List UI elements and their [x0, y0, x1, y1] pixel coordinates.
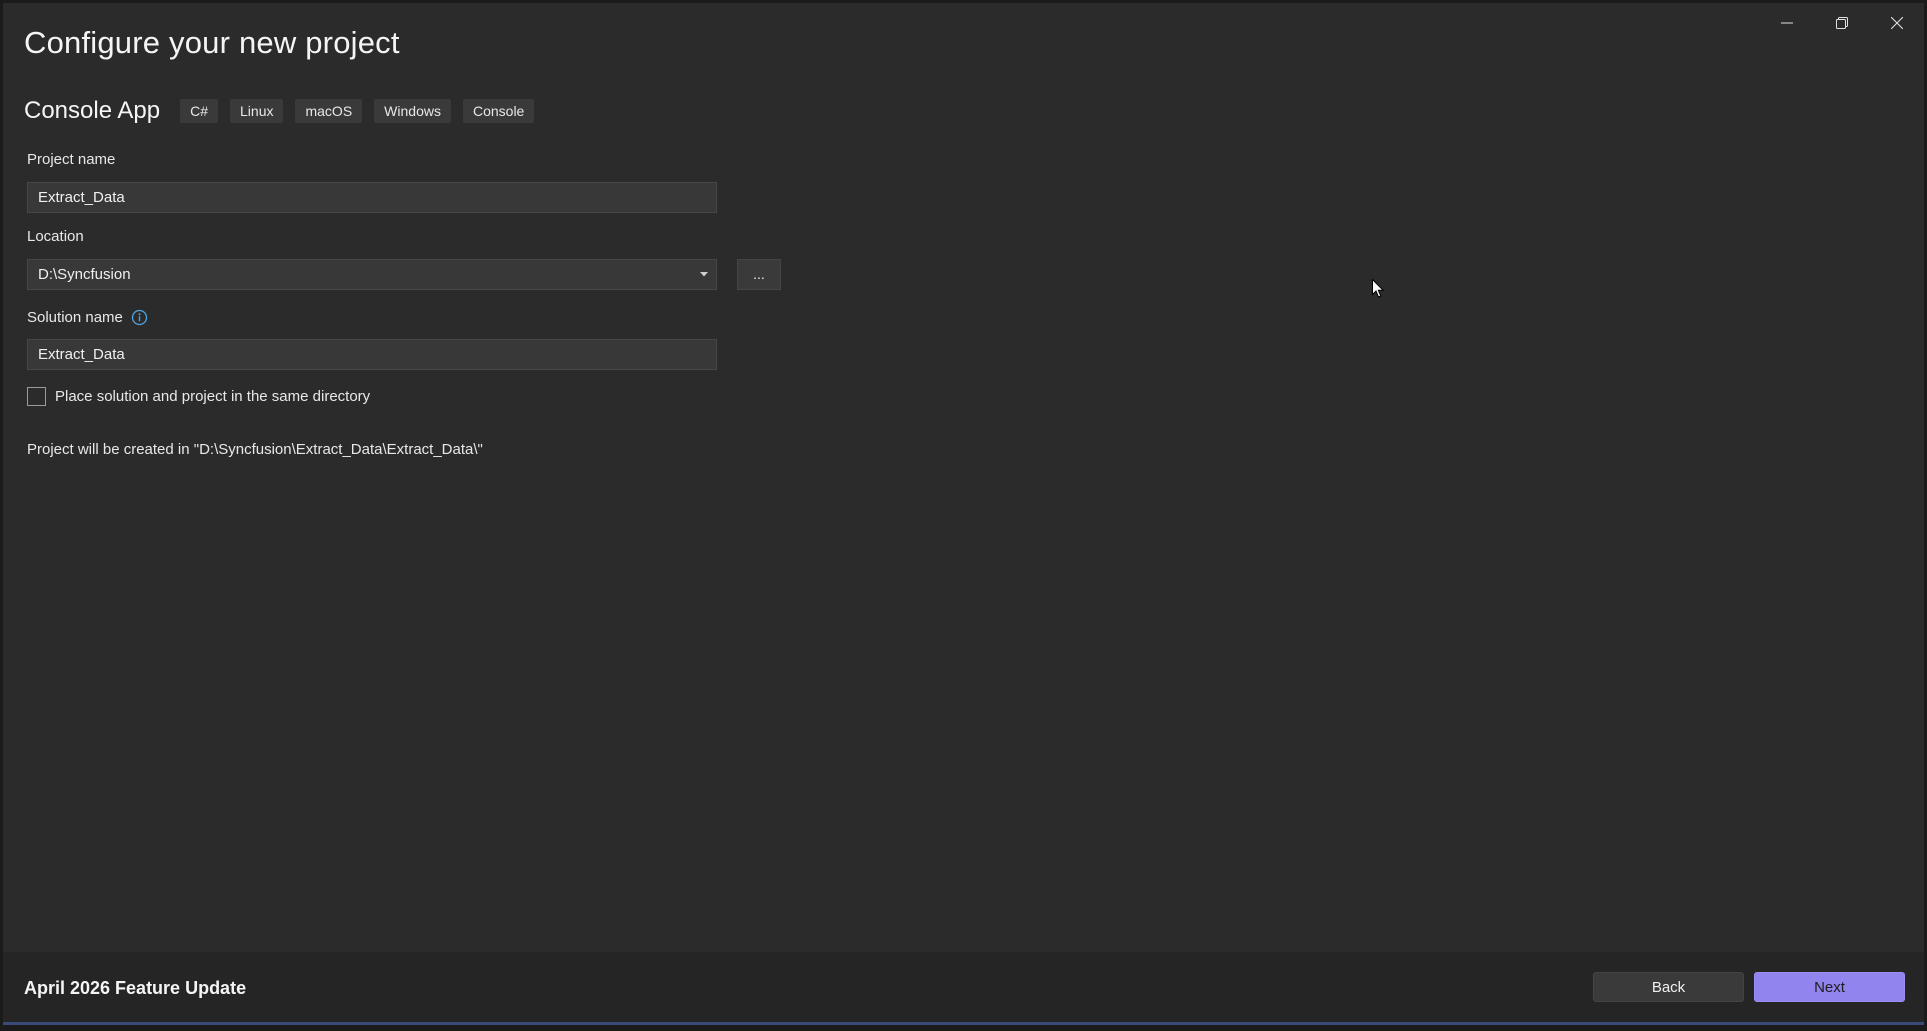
close-icon [1890, 17, 1903, 29]
same-directory-label: Place solution and project in the same d… [55, 388, 371, 405]
dropdown-arrow-icon[interactable] [692, 272, 716, 277]
location-label: Location [27, 228, 84, 245]
tag-platform-macos: macOS [295, 99, 363, 123]
minimize-button[interactable] [1759, 3, 1814, 43]
same-directory-checkbox[interactable] [27, 387, 46, 406]
template-name: Console App [24, 97, 161, 124]
location-value: D:\Syncfusion [38, 266, 131, 283]
restore-button[interactable] [1814, 3, 1869, 43]
project-name-input[interactable] [27, 182, 717, 213]
configure-project-window: Configure your new project Console App C… [3, 3, 1924, 1025]
window-controls [1759, 3, 1924, 43]
project-location-preview: Project will be created in "D:\Syncfusio… [27, 441, 483, 458]
solution-name-label: Solution name [27, 309, 123, 326]
same-directory-option[interactable]: Place solution and project in the same d… [27, 387, 370, 406]
project-name-label: Project name [27, 151, 116, 168]
tag-language: C# [180, 99, 219, 123]
minimize-icon [1780, 22, 1793, 24]
close-button[interactable] [1869, 3, 1924, 43]
info-icon[interactable] [131, 309, 148, 326]
release-label: April 2026 Feature Update [24, 978, 247, 998]
tag-project-type: Console [462, 99, 535, 123]
solution-name-label-row: Solution name [27, 309, 148, 326]
page-title: Configure your new project [24, 25, 400, 60]
tag-platform-linux: Linux [230, 99, 284, 123]
restore-icon [1835, 17, 1848, 29]
footer-bar: April 2026 Feature Update Back Next [3, 952, 1924, 1025]
next-button[interactable]: Next [1754, 972, 1905, 1002]
back-button[interactable]: Back [1593, 972, 1744, 1002]
footer-accent-line [3, 1022, 1924, 1025]
tag-platform-windows: Windows [374, 99, 451, 123]
location-combobox[interactable]: D:\Syncfusion [27, 259, 717, 290]
browse-location-button[interactable]: ... [737, 259, 781, 290]
mouse-pointer-icon [1372, 278, 1385, 303]
template-header: Console App C# Linux macOS Windows Conso… [24, 97, 546, 125]
solution-name-input[interactable] [27, 339, 717, 370]
